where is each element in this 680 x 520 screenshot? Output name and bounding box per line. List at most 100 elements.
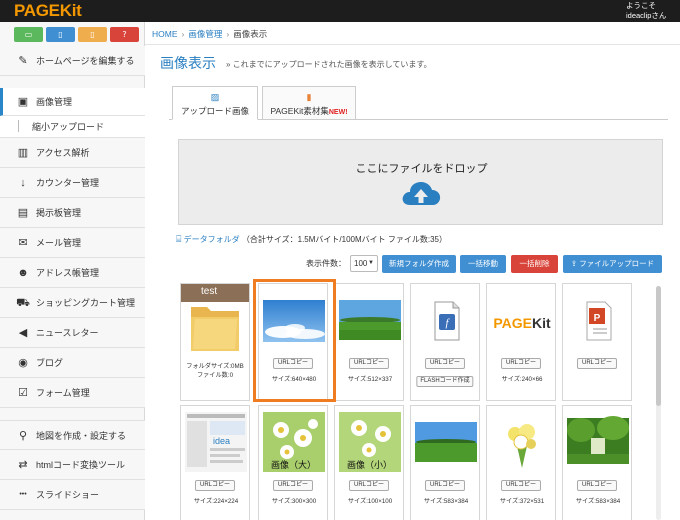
svg-text:PAGEKit: PAGEKit (493, 315, 551, 331)
selected-item-highlight (253, 279, 336, 402)
url-copy-button[interactable]: URLコピー (194, 480, 236, 491)
ellipsis-icon: ••• (19, 491, 27, 498)
sidebar-item-access-analytics[interactable]: ▥ アクセス解析 (0, 138, 145, 168)
desktop-mode-button[interactable]: ▭ (14, 27, 43, 42)
bullhorn-icon: ◀ (18, 327, 28, 339)
users-icon: ☻ (17, 267, 29, 279)
screenshot-thumbnail: idea (185, 412, 247, 472)
sidebar-item-newsletter[interactable]: ◀ ニュースレター (0, 318, 145, 348)
upload-icon: ⇪ (570, 259, 580, 268)
folder-name: test (201, 286, 218, 297)
bouquet-thumbnail (491, 412, 553, 472)
pagekit-logo[interactable]: PAGEKit (14, 1, 82, 21)
file-dropzone[interactable]: ここにファイルをドロップ (178, 139, 663, 225)
sidebar-item-address-book[interactable]: ☻ アドレス帳管理 (0, 258, 145, 288)
sidebar-item-board[interactable]: ▤ 掲示板管理 (0, 198, 145, 228)
url-copy-button[interactable]: URLコピー (576, 480, 618, 491)
display-count-select[interactable]: 100 ▼ (350, 255, 378, 272)
breadcrumb-image-management[interactable]: 画像管理 (188, 29, 222, 39)
url-copy-button[interactable]: URLコピー (500, 480, 542, 491)
url-copy-button[interactable]: URLコピー (500, 358, 542, 369)
svg-text:idea: idea (213, 436, 230, 446)
sidebar-item-html-converter[interactable]: ⇄ htmlコード変換ツール (0, 450, 145, 480)
image-size: サイズ:512×337 (347, 376, 393, 383)
sidebar-item-counter[interactable]: ↓ カウンター管理 (0, 168, 145, 198)
sidebar-item-image-management[interactable]: ▣ 画像管理 (0, 88, 145, 116)
display-count-value: 100 (354, 259, 368, 268)
grid-scrollbar-thumb[interactable] (656, 286, 661, 406)
sidebar-item-slideshow[interactable]: ••• スライドショー (0, 480, 145, 510)
folder-icon (191, 307, 239, 351)
data-folder-link[interactable]: データフォルダ (184, 235, 240, 244)
url-copy-button[interactable]: URLコピー (348, 480, 390, 491)
image-overlay-text: 画像（大） (271, 460, 317, 470)
ppt-item[interactable]: P URLコピー (562, 283, 632, 401)
mobile-mode-button[interactable]: ▯ (78, 27, 107, 42)
image-item[interactable]: 画像（大） URLコピー サイズ:300×300 (258, 405, 328, 520)
image-item[interactable]: idea URLコピー サイズ:224×224 (180, 405, 250, 520)
sidebar-item-label: htmlコード変換ツール (36, 460, 126, 470)
folder-details: フォルダサイズ:0MB ファイル数:0 (181, 362, 249, 380)
image-item[interactable]: URLコピー サイズ:512×337 (334, 283, 404, 401)
image-size: サイズ:372×531 (499, 498, 545, 505)
new-folder-button[interactable]: 新規フォルダ作成 (382, 255, 456, 273)
sidebar-item-label: 掲示板管理 (36, 208, 82, 218)
help-button[interactable]: ? (110, 27, 139, 42)
help-icon: ? (122, 30, 127, 39)
sidebar-item-shopping-cart[interactable]: ⛟ ショッピングカート管理 (0, 288, 145, 318)
bulk-move-button[interactable]: 一括移動 (460, 255, 506, 273)
image-grid: test フォルダサイズ:0MB ファイル数:0 URLコピー サイズ:640×… (176, 280, 654, 520)
flash-code-button[interactable]: FLASHコード作成 (416, 376, 474, 387)
url-copy-button[interactable]: URLコピー (348, 358, 390, 369)
sidebar-item-map[interactable]: ⚲ 地図を作成・設定する (0, 420, 145, 450)
url-copy-button[interactable]: URLコピー (272, 480, 314, 491)
field-thumbnail (415, 412, 477, 472)
sidebar-item-label: メール管理 (36, 238, 82, 248)
image-item[interactable]: 画像（小） URLコピー サイズ:100×100 (334, 405, 404, 520)
sidebar-item-label: ショッピングカート管理 (36, 298, 136, 308)
map-marker-icon: ⚲ (18, 430, 28, 442)
sidebar-item-mail[interactable]: ✉ メール管理 (0, 228, 145, 258)
tablet-mode-button[interactable]: ▯ (46, 27, 75, 42)
image-item[interactable]: URLコピー サイズ:583×384 (410, 405, 480, 520)
bulk-delete-button[interactable]: 一括削除 (511, 255, 558, 273)
button-label: 一括削除 (519, 259, 550, 268)
url-copy-button[interactable]: URLコピー (576, 358, 618, 369)
tablet-icon: ▯ (58, 30, 63, 39)
image-item[interactable]: PAGEKit URLコピー サイズ:240×66 (486, 283, 556, 401)
breadcrumb-home[interactable]: HOME (152, 29, 178, 39)
sidebar-item-resize-upload[interactable]: 縮小アップロード (0, 116, 145, 138)
chevron-down-icon: ▼ (368, 260, 374, 266)
url-copy-button[interactable]: URLコピー (424, 358, 466, 369)
flash-item[interactable]: f URLコピー FLASHコード作成 (410, 283, 480, 401)
sidebar-item-form[interactable]: ☑ フォーム管理 (0, 378, 145, 408)
sidebar-item-blog[interactable]: ◉ ブログ (0, 348, 145, 378)
field-thumbnail (339, 290, 401, 350)
book-icon: ▮ (306, 92, 312, 102)
breadcrumb-separator-icon: › (181, 29, 185, 39)
tree-line (18, 120, 19, 132)
counter-icon: ↓ (20, 177, 26, 189)
device-mode-buttons: ▭ ▯ ▯ ? (14, 27, 139, 43)
tab-pagekit-materials[interactable]: ▮ PAGEKit素材集NEW! (262, 86, 356, 120)
button-label: 新規フォルダ作成 (389, 259, 449, 268)
user-welcome[interactable]: ようこそ ideaclipさん (626, 1, 676, 20)
cloud-upload-icon (402, 182, 441, 205)
image-size: サイズ:300×300 (271, 498, 317, 505)
user-name: ideaclipさん (626, 10, 667, 20)
folder-item-test[interactable]: test フォルダサイズ:0MB ファイル数:0 (180, 283, 250, 401)
image-icon: ▣ (17, 96, 29, 108)
sidebar-item-edit-homepage[interactable]: ✎ ホームページを編集する (0, 46, 145, 76)
image-size: サイズ:224×224 (193, 498, 239, 505)
sidebar-item-label: アクセス解析 (36, 148, 90, 158)
file-upload-button[interactable]: ⇪ ファイルアップロード (563, 255, 662, 273)
image-item[interactable]: URLコピー サイズ:372×531 (486, 405, 556, 520)
desktop-icon: ▭ (24, 30, 33, 39)
button-label: 一括移動 (468, 259, 498, 268)
tab-uploaded-images[interactable]: ▨ アップロード画像 (172, 86, 258, 120)
url-copy-button[interactable]: URLコピー (424, 480, 466, 491)
sidebar-item-label: ブログ (36, 358, 64, 368)
sidebar-item-label: アドレス帳管理 (36, 268, 100, 278)
image-item[interactable]: URLコピー サイズ:583×384 (562, 405, 632, 520)
board-icon: ▤ (17, 207, 29, 219)
